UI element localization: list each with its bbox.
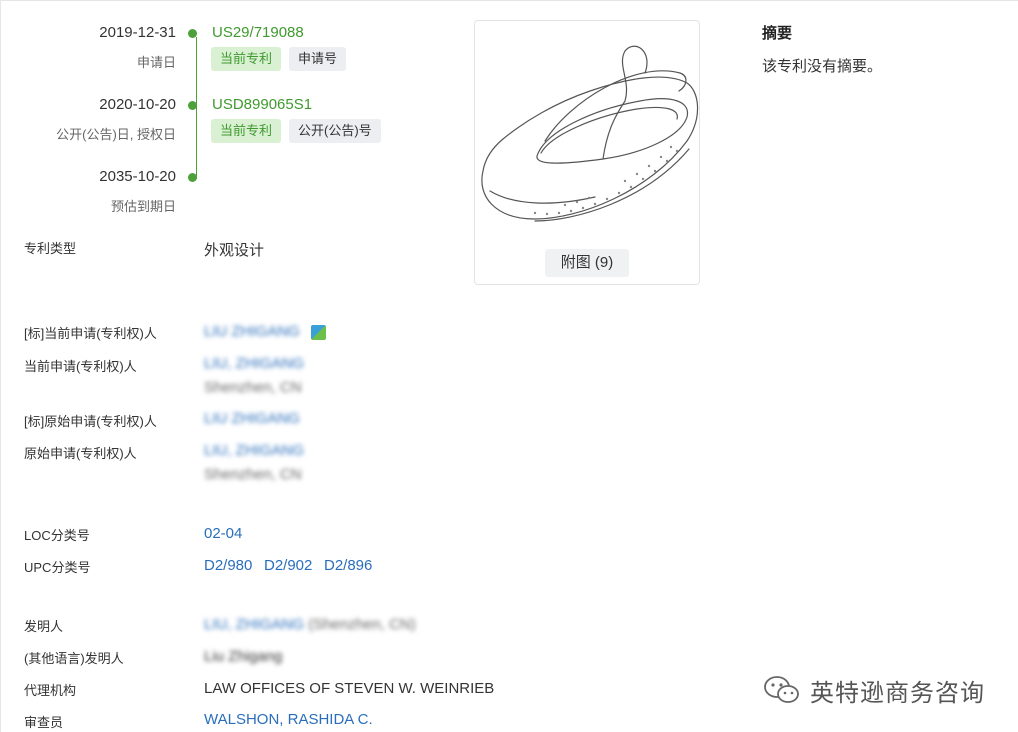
timeline-date-expiry: 2035-10-20	[99, 168, 176, 185]
std-current-applicant-link[interactable]: LIU ZHIGANG	[204, 323, 300, 340]
inventor-location: (Shenzhen, CN)	[308, 616, 416, 633]
frame-border-top	[0, 0, 1018, 1]
tag-current-patent: 当前专利	[211, 47, 282, 71]
upc-class-link[interactable]: D2/902	[264, 557, 312, 574]
tag-current-patent: 当前专利	[211, 119, 282, 143]
loc-class-link[interactable]: 02-04	[204, 525, 242, 542]
timeline-dot	[188, 29, 197, 38]
abstract-title: 摘要	[762, 25, 793, 42]
publication-number-link[interactable]: USD899065S1	[212, 96, 312, 113]
original-applicant-label: 原始申请(专利权)人	[24, 446, 137, 461]
timeline-label-publication: 公开(公告)日, 授权日	[56, 127, 176, 142]
watermark: 英特逊商务咨询	[762, 670, 985, 710]
examiner-label: 审查员	[24, 715, 64, 730]
inventor-value: LIU, ZHIGANG (Shenzhen, CN)	[204, 616, 416, 633]
original-applicant-location: Shenzhen, CN	[204, 466, 302, 483]
patent-type-value: 外观设计	[204, 242, 265, 259]
upc-class-label: UPC分类号	[24, 560, 91, 575]
inventor-label: 发明人	[24, 619, 64, 634]
current-applicant-link[interactable]: LIU, ZHIGANG	[204, 355, 304, 372]
timeline-dot	[188, 173, 197, 182]
agency-label: 代理机构	[24, 683, 77, 698]
timeline-label-application: 申请日	[136, 55, 176, 70]
wechat-icon	[764, 676, 799, 703]
current-applicant-label: 当前申请(专利权)人	[24, 359, 137, 374]
watermark-text: 英特逊商务咨询	[810, 679, 985, 707]
upc-class-link[interactable]: D2/896	[324, 557, 372, 574]
ballet-shoe-drawing	[481, 45, 699, 222]
agency-value: LAW OFFICES OF STEVEN W. WEINRIEB	[204, 680, 495, 697]
current-applicant-location: Shenzhen, CN	[204, 379, 302, 396]
std-current-applicant-label: [标]当前申请(专利权)人	[24, 326, 157, 341]
std-original-applicant-label: [标]原始申请(专利权)人	[24, 414, 157, 429]
examiner-link[interactable]: WALSHON, RASHIDA C.	[204, 711, 373, 728]
inventor-link[interactable]: LIU, ZHIGANG	[204, 616, 304, 633]
original-applicant-link[interactable]: LIU, ZHIGANG	[204, 442, 304, 459]
application-number-link[interactable]: US29/719088	[212, 24, 304, 41]
timeline-date-publication: 2020-10-20	[99, 96, 176, 113]
figures-button[interactable]: 附图 (9)	[545, 249, 629, 277]
loc-class-label: LOC分类号	[24, 528, 90, 543]
figure-card[interactable]	[474, 20, 700, 285]
timeline-label-expiry: 预估到期日	[110, 199, 176, 214]
timeline-dot	[188, 101, 197, 110]
inventor-other-lang-label: (其他语言)发明人	[24, 651, 124, 666]
abstract-text: 该专利没有摘要。	[762, 58, 883, 75]
timeline-date-application: 2019-12-31	[99, 24, 176, 41]
std-original-applicant-link[interactable]: LIU ZHIGANG	[204, 410, 300, 427]
inventor-other-lang-value: Liu Zhigang	[204, 648, 283, 665]
upc-class-link[interactable]: D2/980	[204, 557, 252, 574]
applicant-logo-icon[interactable]	[311, 325, 326, 340]
tag-application-number: 申请号	[289, 47, 347, 71]
tag-publication-number: 公开(公告)号	[289, 119, 381, 143]
patent-type-label: 专利类型	[24, 241, 77, 256]
